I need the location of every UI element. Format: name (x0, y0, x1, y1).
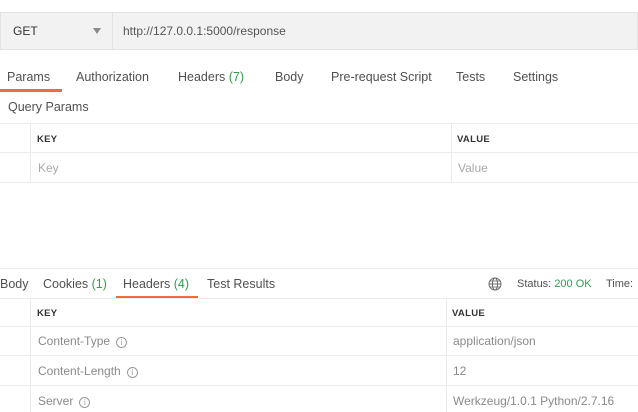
table-header-row: KEY VALUE (0, 123, 638, 153)
table-row: Key Value (0, 153, 638, 183)
table-row: Content-Length i 12 (0, 356, 638, 386)
tab-tests[interactable]: Tests (456, 62, 485, 92)
query-params-title: Query Params (8, 100, 89, 114)
info-icon[interactable]: i (79, 397, 91, 408)
response-status: Status: 200 OK (517, 269, 592, 299)
globe-icon[interactable] (488, 277, 502, 291)
tab-cookies[interactable]: Cookies (1) (43, 269, 107, 299)
request-url-bar: GET http://127.0.0.1:5000/response (0, 12, 638, 50)
tab-headers[interactable]: Headers (7) (178, 62, 244, 92)
tab-pre-request-script[interactable]: Pre-request Script (331, 62, 432, 92)
time-label: Time: (606, 278, 634, 290)
tab-test-results[interactable]: Test Results (207, 269, 275, 299)
table-row: Server i Werkzeug/1.0.1 Python/2.7.16 (0, 386, 638, 412)
table-header-row: KEY VALUE (0, 298, 638, 327)
response-tabs: Body Cookies (1) Headers (4) Test Result… (0, 268, 638, 299)
url-input[interactable]: http://127.0.0.1:5000/response (112, 12, 638, 50)
value-column-header: VALUE (457, 134, 490, 145)
chevron-down-icon (93, 28, 101, 34)
url-text: http://127.0.0.1:5000/response (123, 24, 286, 38)
response-time: Time: (606, 269, 633, 299)
header-value: 12 (453, 364, 467, 378)
value-column-header: VALUE (452, 308, 485, 319)
tab-body[interactable]: Body (275, 62, 304, 92)
header-key: Server i (38, 394, 91, 408)
method-label: GET (13, 24, 38, 38)
info-icon[interactable]: i (116, 337, 128, 348)
tab-headers-count: (7) (228, 70, 245, 84)
header-value: application/json (453, 334, 536, 348)
tab-params[interactable]: Params (7, 62, 50, 92)
tab-authorization[interactable]: Authorization (76, 62, 149, 92)
key-input[interactable]: Key (38, 161, 59, 175)
value-input[interactable]: Value (458, 161, 488, 175)
tab-response-headers-count: (4) (173, 277, 190, 291)
tab-cookies-count: (1) (91, 277, 107, 291)
tab-response-body[interactable]: Body (0, 269, 29, 299)
tab-response-headers[interactable]: Headers (4) (123, 269, 189, 299)
request-tabs: Params Authorization Headers (7) Body Pr… (0, 62, 638, 92)
table-row: Content-Type i application/json (0, 327, 638, 356)
header-value: Werkzeug/1.0.1 Python/2.7.16 (453, 394, 615, 408)
tab-settings[interactable]: Settings (513, 62, 558, 92)
key-column-header: KEY (37, 134, 58, 145)
key-column-header: KEY (37, 308, 58, 319)
active-tab-indicator (0, 89, 62, 92)
status-value: 200 OK (554, 278, 592, 290)
header-key: Content-Type i (38, 334, 128, 348)
info-icon[interactable]: i (126, 367, 138, 378)
status-label: Status: (517, 278, 552, 290)
method-select[interactable]: GET (0, 12, 112, 50)
header-key: Content-Length i (38, 364, 138, 378)
